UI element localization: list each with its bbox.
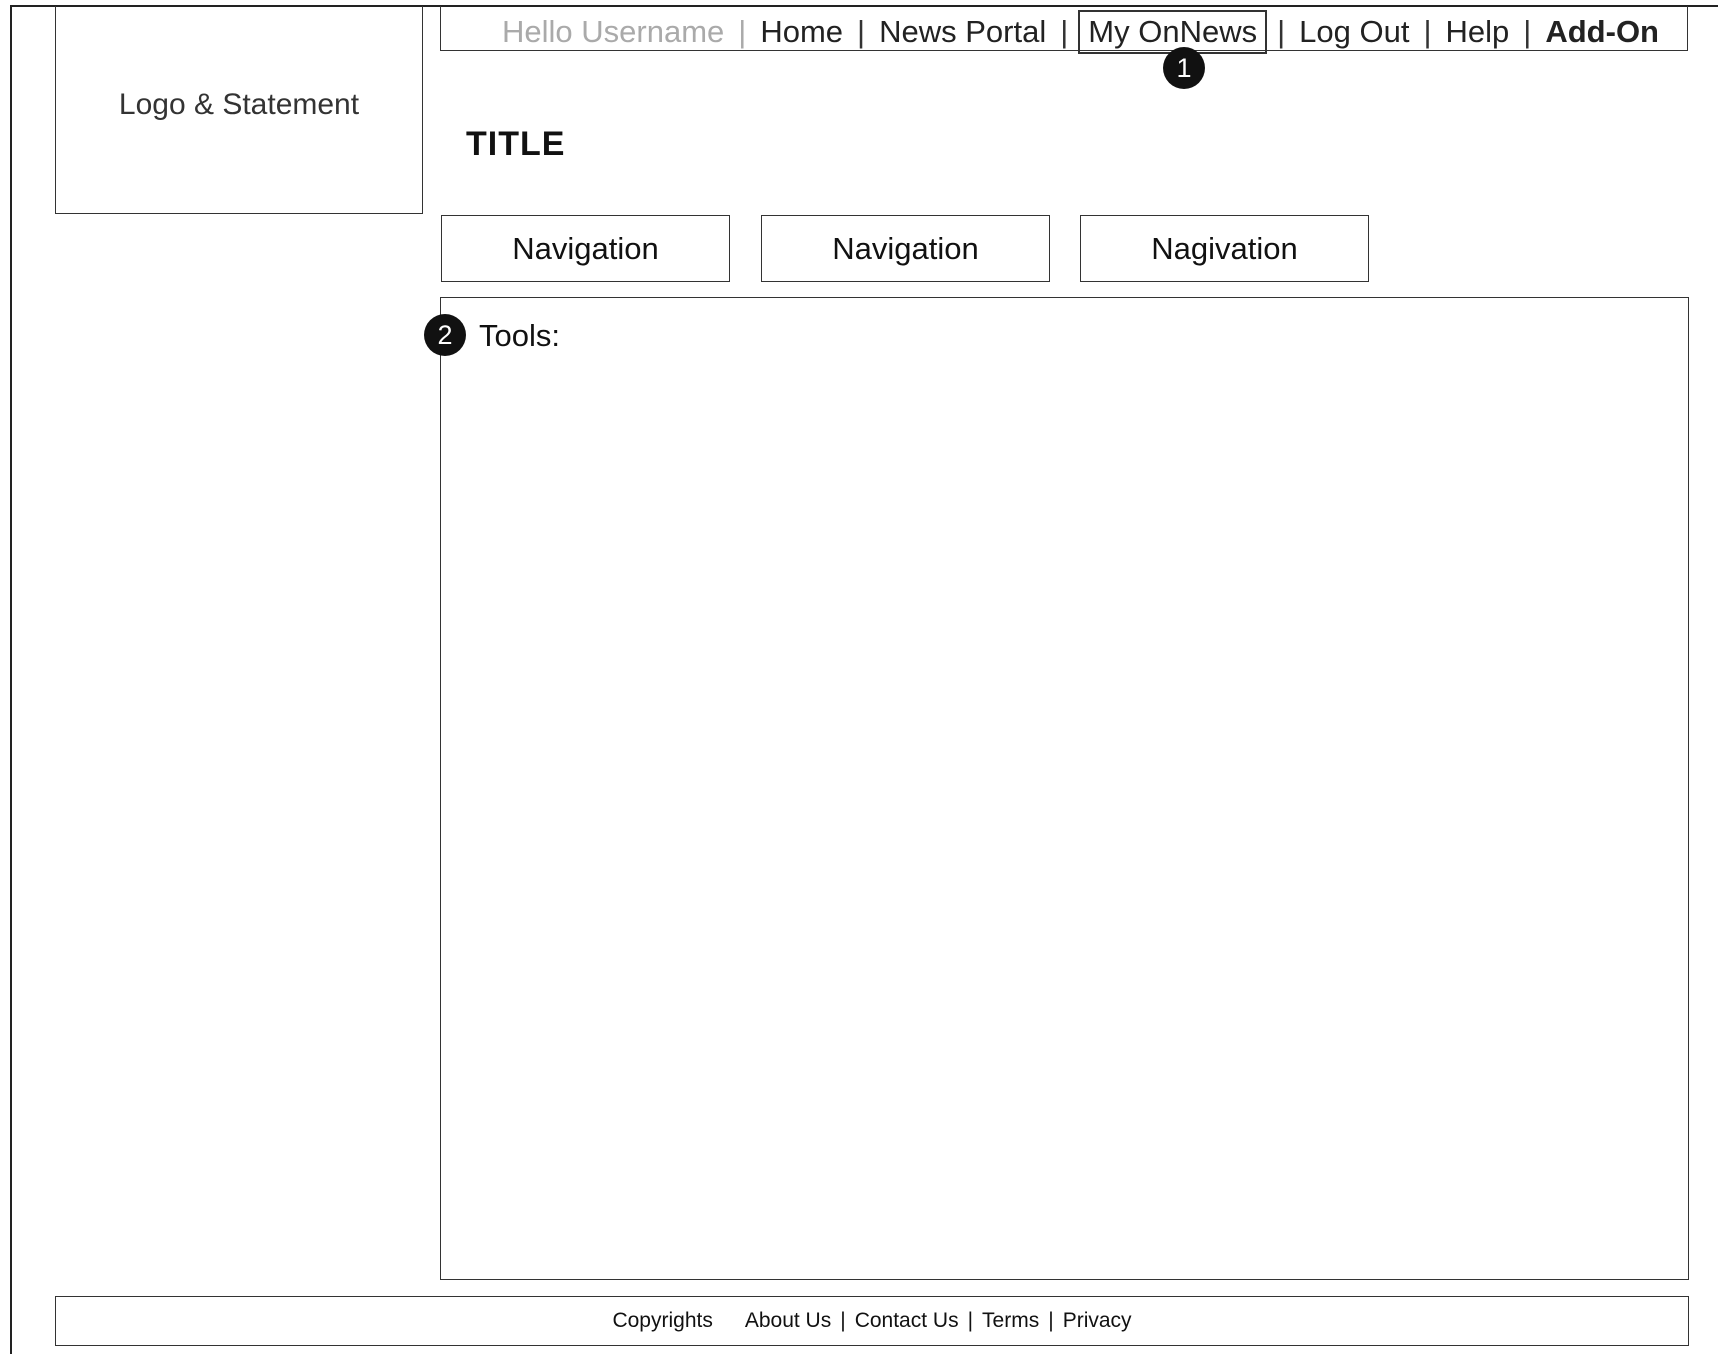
nav-separator: | [738,14,747,49]
nav-link-my-onnews[interactable]: My OnNews [1078,10,1268,54]
sub-navigation-button-2[interactable]: Navigation [761,215,1050,282]
footer-link-contact-us[interactable]: Contact Us [855,1309,959,1333]
user-greeting: Hello Username [502,14,725,49]
nav-separator: | [857,14,866,49]
logo-statement-box[interactable]: Logo & Statement [55,6,423,214]
nav-link-add-on[interactable]: Add-On [1545,14,1659,50]
logo-statement-text: Logo & Statement [118,87,360,121]
nav-separator: | [1523,14,1532,49]
nav-separator: | [1423,14,1432,49]
footer-separator: | [1048,1309,1054,1332]
footer-link-terms[interactable]: Terms [982,1309,1039,1333]
nav-link-news-portal[interactable]: News Portal [879,14,1046,50]
annotation-badge-1: 1 [1163,47,1205,89]
footer-separator: | [840,1309,846,1332]
footer-separator: | [967,1309,974,1332]
sub-navigation-button-1[interactable]: Navigation [441,215,730,282]
nav-link-home[interactable]: Home [760,14,843,50]
nav-link-help[interactable]: Help [1446,14,1510,50]
main-content-area [440,297,1689,1280]
footer-bar: Copyrights About Us | Contact Us | Terms… [55,1296,1689,1346]
top-navigation-bar: Hello Username | Home | News Portal | My… [440,6,1688,54]
tools-label: Tools: [479,318,560,353]
footer-link-privacy[interactable]: Privacy [1063,1309,1132,1333]
footer-copyrights: Copyrights [612,1309,713,1332]
annotation-badge-2: 2 [424,314,466,356]
nav-separator: | [1060,14,1069,49]
sub-navigation-button-3[interactable]: Nagivation [1080,215,1369,282]
nav-separator: | [1277,14,1286,49]
page-title: TITLE [466,125,566,163]
nav-link-log-out[interactable]: Log Out [1299,14,1409,50]
page-frame-left-border [10,5,12,1354]
footer-link-about-us[interactable]: About Us [745,1309,831,1333]
top-navigation-links: Hello Username | Home | News Portal | My… [502,10,1659,54]
